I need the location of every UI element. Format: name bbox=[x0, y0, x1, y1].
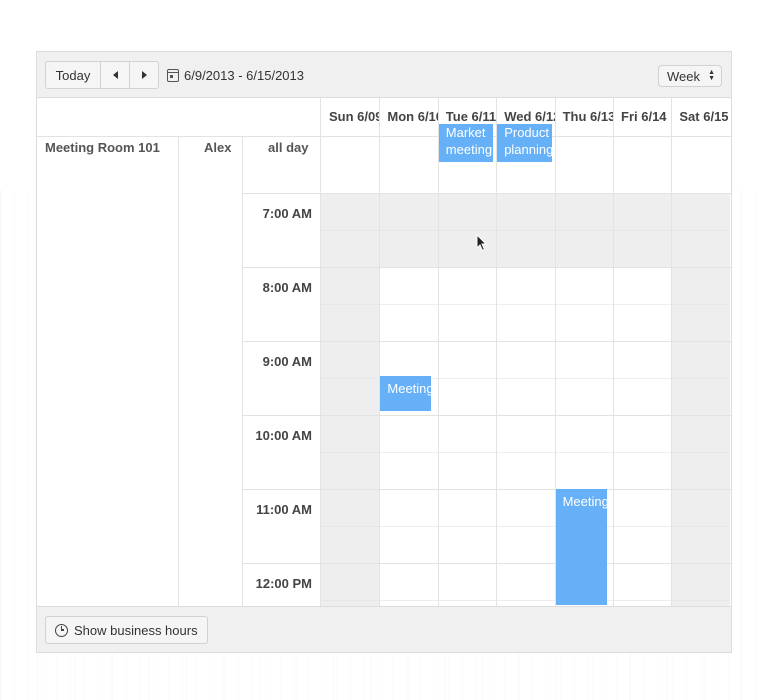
view-select[interactable]: Week ▲ ▼ bbox=[658, 65, 722, 87]
show-business-hours-button[interactable]: Show business hours bbox=[45, 616, 208, 644]
grid-line bbox=[613, 98, 614, 606]
footer: Show business hours bbox=[37, 606, 731, 652]
event-block[interactable]: Meeting bbox=[555, 489, 607, 606]
time-label: 8:00 AM bbox=[262, 280, 312, 295]
grid-line bbox=[242, 267, 731, 268]
grid-line bbox=[321, 600, 730, 601]
grid-line bbox=[321, 304, 730, 305]
grid-line bbox=[37, 136, 731, 137]
today-button[interactable]: Today bbox=[45, 61, 101, 89]
view-select-label: Week bbox=[667, 68, 700, 84]
time-label: 11:00 AM bbox=[256, 502, 312, 517]
grid-line bbox=[320, 98, 321, 606]
grid-line bbox=[321, 230, 730, 231]
all-day-event[interactable]: Product planning bbox=[497, 124, 552, 162]
grid-line bbox=[242, 563, 731, 564]
day-header: Sat 6/15 bbox=[679, 109, 729, 124]
week-grid: Meeting Room 101 Alex all day Sun 6/09 Mo… bbox=[37, 98, 731, 606]
date-range-label: 6/9/2013 - 6/15/2013 bbox=[184, 67, 304, 83]
grid-line bbox=[178, 136, 179, 606]
triangle-right-icon bbox=[141, 71, 147, 79]
previous-button[interactable] bbox=[100, 61, 130, 89]
day-header: Fri 6/14 bbox=[621, 109, 667, 124]
grid-line bbox=[671, 98, 673, 606]
scheduler: Today 6/9/2013 - 6/15/2013 Week ▲ ▼ Meeti… bbox=[36, 51, 732, 653]
grid-line bbox=[242, 341, 731, 342]
resource-room-label: Meeting Room 101 bbox=[45, 140, 160, 155]
grid-line bbox=[242, 193, 731, 194]
calendar-icon bbox=[167, 68, 179, 82]
all-day-label: all day bbox=[268, 140, 309, 155]
grid-line bbox=[379, 98, 381, 606]
day-header: Mon 6/10 bbox=[387, 109, 438, 124]
day-header: Thu 6/13 bbox=[562, 109, 613, 124]
clock-icon bbox=[55, 623, 68, 637]
grid-line bbox=[321, 526, 730, 527]
show-business-hours-label: Show business hours bbox=[74, 622, 198, 638]
grid-line bbox=[437, 98, 439, 606]
grid-line bbox=[496, 98, 498, 606]
time-label: 12:00 PM bbox=[255, 576, 312, 591]
resource-person-label: Alex bbox=[204, 140, 232, 155]
grid-line bbox=[242, 489, 731, 490]
date-range-picker[interactable]: 6/9/2013 - 6/15/2013 bbox=[167, 61, 304, 89]
time-label: 9:00 AM bbox=[262, 354, 312, 369]
updown-arrows-icon: ▲ ▼ bbox=[708, 69, 715, 82]
toolbar: Today 6/9/2013 - 6/15/2013 Week ▲ ▼ bbox=[37, 52, 731, 98]
mouse-cursor-icon bbox=[476, 234, 488, 252]
grid-line bbox=[321, 452, 730, 453]
event-block[interactable]: Meeting bbox=[380, 375, 432, 412]
time-label: 10:00 AM bbox=[255, 428, 312, 443]
grid-line bbox=[242, 415, 731, 416]
day-header: Sun 6/09 bbox=[329, 109, 380, 124]
time-label: 7:00 AM bbox=[262, 206, 312, 221]
triangle-left-icon bbox=[112, 71, 118, 79]
next-button[interactable] bbox=[129, 61, 159, 89]
all-day-event[interactable]: Market meeting bbox=[438, 124, 494, 162]
